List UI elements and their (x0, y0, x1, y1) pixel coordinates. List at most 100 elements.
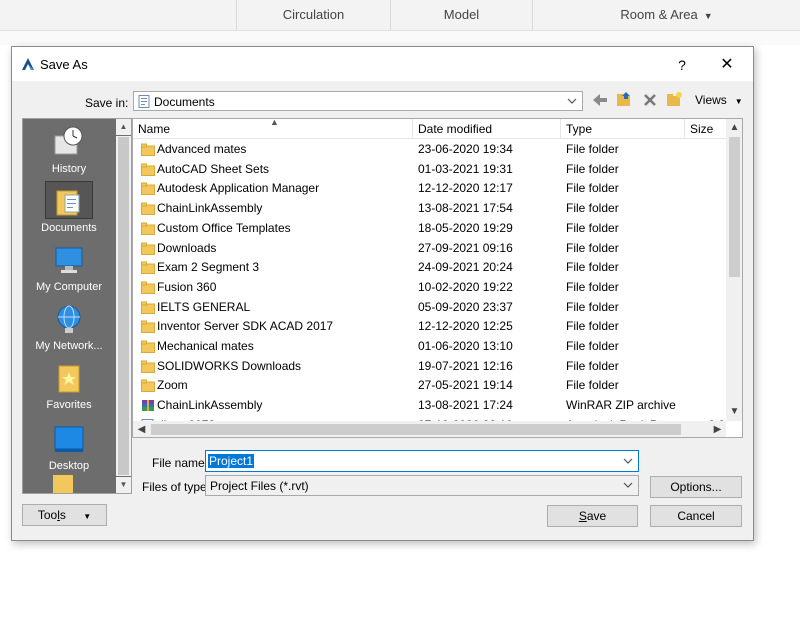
place-documents[interactable]: Documents (23, 183, 115, 234)
scroll-up-icon[interactable]: ▲ (116, 119, 131, 135)
vertical-scrollbar-thumb[interactable] (729, 137, 740, 277)
horizontal-scrollbar[interactable]: ◀ ▶ (133, 421, 726, 437)
chevron-down-icon: ▼ (83, 512, 92, 521)
file-name-label: File name: (152, 456, 209, 470)
column-header-date[interactable]: Date modified (413, 119, 561, 139)
file-row[interactable]: Autodesk Application Manager 12-12-2020 1… (133, 179, 725, 199)
place-desktop-label: Desktop (48, 460, 90, 472)
file-date-cell: 10-02-2020 19:22 (418, 279, 513, 294)
back-arrow-icon[interactable] (591, 91, 609, 109)
file-name-value: Project1 (208, 454, 255, 468)
places-scrollbar-thumb[interactable] (118, 137, 129, 475)
place-my-computer[interactable]: My Computer (23, 242, 115, 293)
chevron-down-icon (567, 98, 577, 104)
new-folder-icon[interactable] (665, 90, 683, 108)
folder-icon (141, 379, 155, 393)
file-date-cell: 24-09-2021 20:24 (418, 260, 513, 275)
place-my-computer-label: My Computer (35, 281, 103, 293)
views-menu[interactable]: Views ▼ (695, 93, 743, 107)
file-row[interactable]: Advanced mates 23-06-2020 19:34 File folde… (133, 140, 725, 160)
place-my-network[interactable]: My Network... (23, 301, 115, 352)
file-name-cell: IELTS GENERAL (157, 299, 251, 314)
file-date-cell: 01-06-2020 13:10 (418, 339, 513, 353)
file-size-cell (683, 376, 725, 396)
save-as-dialog: Save As ? ✕ Save in: Documents Views ▼ H… (11, 46, 754, 541)
ribbon-tab-room-area[interactable]: Room & Area ▼ (532, 0, 800, 30)
column-header-name[interactable]: Name (133, 119, 413, 139)
file-row[interactable]: Exam 2 Segment 3 24-09-2021 20:24 File fol… (133, 258, 725, 278)
options-button[interactable]: Options... (650, 476, 742, 498)
folder-icon (141, 261, 155, 275)
file-date-cell: 13-08-2021 17:24 (418, 398, 513, 413)
place-history[interactable]: History (23, 124, 115, 175)
save-button[interactable]: Save (547, 505, 638, 527)
file-type-cell: File folder (566, 299, 619, 314)
file-row[interactable]: ChainLinkAssembly 13-08-2021 17:24 WinRAR … (133, 396, 725, 416)
help-button[interactable]: ? (667, 54, 697, 76)
place-favorites[interactable]: Favorites (23, 360, 115, 411)
file-name-cell: Downloads (157, 240, 217, 255)
scroll-down-icon[interactable]: ▼ (116, 477, 131, 493)
folder-icon (141, 163, 155, 176)
file-row[interactable]: Fusion 360 10-02-2020 19:22 File folder (133, 278, 725, 298)
file-name-cell: ChainLinkAssembly (157, 201, 263, 216)
file-type-cell: File folder (566, 260, 619, 275)
file-row[interactable]: Inventor Server SDK ACAD 2017 12-12-2020 … (133, 317, 725, 337)
scroll-up-icon[interactable]: ▲ (726, 119, 742, 136)
file-type-cell: File folder (566, 339, 619, 353)
file-size-cell (683, 357, 725, 377)
file-row[interactable]: Zoom 27-05-2021 19:14 File folder (133, 376, 725, 396)
file-name-cell: Autodesk Application Manager (157, 181, 320, 196)
file-row[interactable]: IELTS GENERAL 05-09-2020 23:37 File folder (133, 298, 725, 318)
file-size-cell (683, 219, 725, 239)
column-header-size[interactable]: Size (685, 119, 727, 139)
up-folder-icon[interactable] (615, 90, 633, 108)
file-row[interactable]: Downloads 27-09-2021 09:16 File folder (133, 239, 725, 259)
file-type-dropdown[interactable]: Project Files (*.rvt) (205, 475, 639, 496)
file-type-cell: File folder (566, 181, 619, 196)
file-size-cell (683, 239, 725, 259)
file-date-cell: 12-12-2020 12:17 (418, 181, 513, 196)
delete-icon[interactable] (641, 91, 659, 109)
file-date-cell: 27-05-2021 19:14 (418, 378, 513, 393)
scroll-down-icon[interactable]: ▼ (726, 403, 742, 420)
file-size-cell (683, 396, 725, 416)
folder-icon (141, 242, 155, 255)
vertical-scrollbar[interactable]: ▲ ▼ (726, 119, 742, 421)
file-name-cell: Zoom (157, 378, 188, 393)
file-row[interactable]: SOLIDWORKS Downloads 19-07-2021 12:16 File… (133, 357, 725, 377)
views-label: Views (695, 93, 727, 107)
horizontal-scrollbar-thumb[interactable] (151, 424, 681, 435)
file-name-input[interactable]: Project1 (205, 450, 639, 472)
file-size-cell (683, 258, 725, 278)
place-desktop[interactable]: Desktop (23, 421, 115, 472)
file-date-cell: 12-12-2020 12:25 (418, 319, 513, 334)
file-row[interactable]: Mechanical mates 01-06-2020 13:10 File fol… (133, 337, 725, 357)
ribbon-tab-circulation[interactable]: Circulation (236, 0, 390, 30)
place-favorites-label: Favorites (46, 399, 92, 411)
scroll-left-icon[interactable]: ◀ (133, 421, 150, 437)
file-type-cell: WinRAR ZIP archive (566, 398, 676, 413)
file-name-cell: Advanced mates (157, 142, 247, 156)
cancel-button[interactable]: Cancel (650, 505, 742, 527)
ribbon-panel (0, 30, 800, 45)
folder-icon (141, 360, 155, 373)
column-header-type[interactable]: Type (561, 119, 685, 139)
save-in-dropdown[interactable]: Documents (133, 91, 583, 111)
file-row[interactable]: ChainLinkAssembly 13-08-2021 17:54 File fo… (133, 199, 725, 219)
file-row[interactable]: AutoCAD Sheet Sets 01-03-2021 19:31 File f… (133, 160, 725, 180)
file-name-cell: ChainLinkAssembly (157, 398, 263, 413)
close-button[interactable]: ✕ (712, 54, 742, 76)
file-type-cell: File folder (566, 201, 619, 216)
ribbon-tab-model[interactable]: Model (390, 0, 532, 30)
scroll-right-icon[interactable]: ▶ (709, 421, 726, 437)
winrar-archive-icon (142, 400, 154, 412)
tools-button[interactable]: Tools ▼ (22, 504, 107, 526)
folder-icon (141, 202, 155, 216)
documents-folder-icon (56, 190, 80, 216)
revit-logo-icon (22, 58, 34, 70)
file-type-cell: File folder (566, 378, 619, 393)
folder-icon (141, 143, 155, 156)
file-name-cell: SOLIDWORKS Downloads (157, 358, 302, 373)
file-row[interactable]: Custom Office Templates 18-05-2020 19:29 F… (133, 219, 725, 239)
